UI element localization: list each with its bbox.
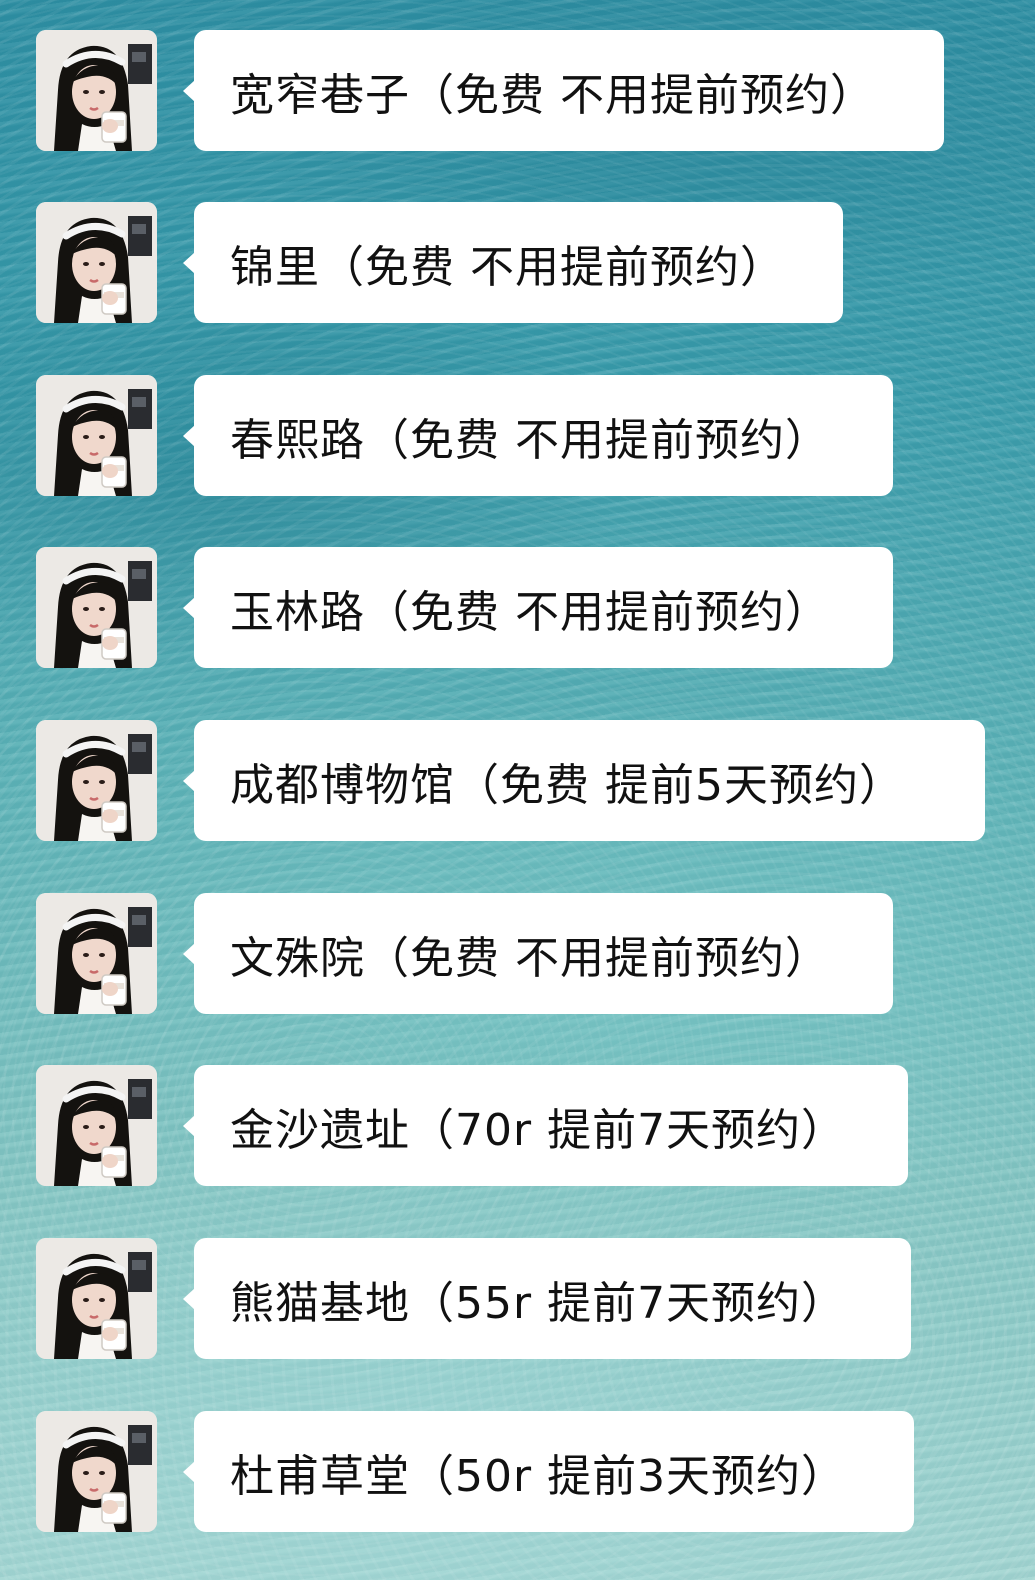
sender-avatar[interactable] (36, 1238, 157, 1359)
message-bubble[interactable]: 玉林路（免费 不用提前预约） (183, 547, 893, 668)
message-text: 宽窄巷子（免费 不用提前预约） (230, 69, 875, 121)
sender-avatar[interactable] (36, 720, 157, 841)
sender-avatar[interactable] (36, 547, 157, 668)
message-text: 春熙路（免费 不用提前预约） (230, 414, 830, 466)
sender-avatar[interactable] (36, 1411, 157, 1532)
message-bubble[interactable]: 成都博物馆（免费 提前5天预约） (183, 720, 985, 841)
avatar-portrait-icon (36, 1238, 157, 1359)
sender-avatar[interactable] (36, 893, 157, 1014)
message-text: 杜甫草堂（50r 提前3天预约） (230, 1450, 847, 1502)
message-text: 锦里（免费 不用提前预约） (230, 241, 785, 293)
message-text: 金沙遗址（70r 提前7天预约） (230, 1104, 847, 1156)
message-bubble[interactable]: 宽窄巷子（免费 不用提前预约） (183, 30, 944, 151)
sender-avatar[interactable] (36, 1065, 157, 1186)
message-bubble[interactable]: 锦里（免费 不用提前预约） (183, 202, 843, 323)
message-bubble[interactable]: 杜甫草堂（50r 提前3天预约） (183, 1411, 914, 1532)
avatar-portrait-icon (36, 30, 157, 151)
sender-avatar[interactable] (36, 202, 157, 323)
avatar-portrait-icon (36, 1411, 157, 1532)
message-bubble[interactable]: 文殊院（免费 不用提前预约） (183, 893, 893, 1014)
avatar-portrait-icon (36, 893, 157, 1014)
sender-avatar[interactable] (36, 375, 157, 496)
message-text: 玉林路（免费 不用提前预约） (230, 586, 830, 638)
message-text: 成都博物馆（免费 提前5天预约） (230, 759, 904, 811)
avatar-portrait-icon (36, 202, 157, 323)
avatar-portrait-icon (36, 720, 157, 841)
message-bubble[interactable]: 金沙遗址（70r 提前7天预约） (183, 1065, 908, 1186)
message-text: 熊猫基地（55r 提前7天预约） (230, 1277, 847, 1329)
avatar-portrait-icon (36, 547, 157, 668)
message-bubble[interactable]: 熊猫基地（55r 提前7天预约） (183, 1238, 911, 1359)
sender-avatar[interactable] (36, 30, 157, 151)
avatar-portrait-icon (36, 1065, 157, 1186)
avatar-portrait-icon (36, 375, 157, 496)
message-text: 文殊院（免费 不用提前预约） (230, 932, 830, 984)
message-bubble[interactable]: 春熙路（免费 不用提前预约） (183, 375, 893, 496)
